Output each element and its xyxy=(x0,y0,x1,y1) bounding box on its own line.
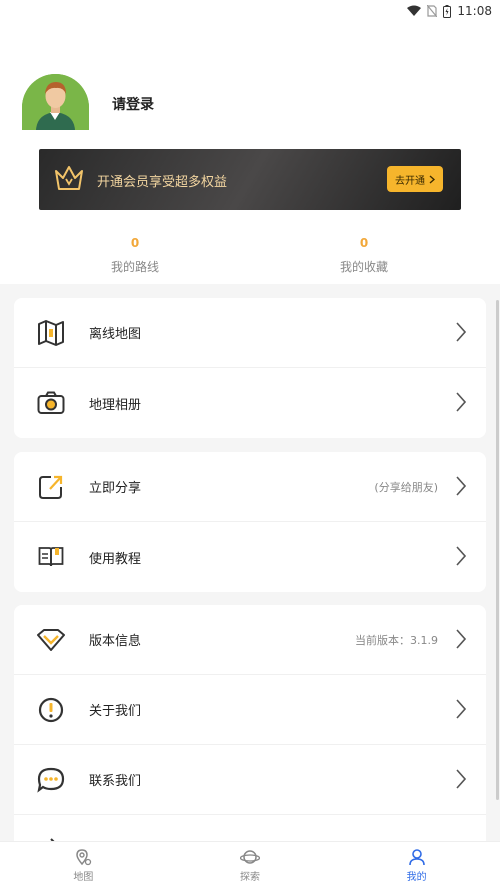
vip-promo-text: 开通会员享受超多权益 xyxy=(97,175,228,190)
stat-favorites-label: 我的收藏 xyxy=(339,260,388,274)
chevron-right-icon xyxy=(456,322,466,342)
menu-item-label: 地理相册 xyxy=(89,397,142,413)
menu-item-geo-album[interactable]: 地理相册 xyxy=(14,368,486,438)
chevron-right-icon xyxy=(456,476,466,496)
chevron-right-icon xyxy=(456,629,466,649)
stat-favorites[interactable]: 0 我的收藏 xyxy=(304,236,424,275)
share-icon xyxy=(36,472,66,502)
stat-favorites-value: 0 xyxy=(359,236,369,250)
menu-card-maps: 离线地图 地理相册 xyxy=(14,298,486,438)
chevron-right-icon xyxy=(456,699,466,719)
menu-item-tutorial[interactable]: 使用教程 xyxy=(14,522,486,592)
login-link[interactable]: 请登录 xyxy=(112,94,154,114)
avatar[interactable] xyxy=(22,74,89,130)
stat-routes-label: 我的路线 xyxy=(110,260,159,274)
no-sim-icon xyxy=(427,5,438,17)
wifi-icon xyxy=(407,5,422,17)
menu-item-label: 离线地图 xyxy=(89,327,142,342)
status-bar: 11:08 xyxy=(0,0,500,22)
planet-icon xyxy=(240,849,260,864)
stat-routes[interactable]: 0 我的路线 xyxy=(75,236,195,275)
menu-item-version[interactable]: 版本信息 当前版本：3.1.9 xyxy=(14,605,486,675)
scrollbar[interactable] xyxy=(496,300,499,800)
menu-card-share: 立即分享 (分享给朋友) 使用教程 xyxy=(14,452,486,592)
chevron-right-icon xyxy=(429,174,435,184)
menu-item-label: 关于我们 xyxy=(89,704,142,719)
menu-item-offline-map[interactable]: 离线地图 xyxy=(14,298,486,368)
battery-icon xyxy=(443,4,452,18)
menu-item-label: 使用教程 xyxy=(89,551,142,567)
map-pin-icon xyxy=(76,848,92,865)
user-icon xyxy=(408,848,425,865)
nav-tab-map[interactable]: 地图 xyxy=(0,842,167,888)
camera-icon xyxy=(36,388,66,418)
menu-item-hint: (分享给朋友) xyxy=(374,480,438,494)
nav-tab-label: 探索 xyxy=(240,871,260,883)
menu-item-label: 版本信息 xyxy=(89,634,142,649)
menu-item-label: 联系我们 xyxy=(89,774,142,789)
profile-header: 请登录 开通会员享受超多权益 去开通 0 我的路线 0 我的收藏 xyxy=(0,22,500,284)
exclamation-circle-icon xyxy=(36,695,66,725)
menu-item-about[interactable]: 关于我们 xyxy=(14,675,486,745)
menu-item-label: 立即分享 xyxy=(89,481,142,496)
open-vip-button[interactable]: 去开通 xyxy=(387,166,443,192)
diamond-icon xyxy=(36,625,66,655)
chevron-right-icon xyxy=(456,392,466,412)
open-vip-label: 去开通 xyxy=(395,175,425,187)
version-number: 当前版本：3.1.9 xyxy=(355,633,438,647)
stat-routes-value: 0 xyxy=(130,236,140,250)
menu-item-contact[interactable]: 联系我们 xyxy=(14,745,486,815)
folded-map-icon xyxy=(36,318,66,348)
chevron-right-icon xyxy=(456,769,466,789)
nav-tab-label: 地图 xyxy=(73,871,94,883)
vip-banner[interactable]: 开通会员享受超多权益 去开通 xyxy=(39,149,461,210)
chevron-right-icon xyxy=(456,546,466,566)
crown-icon xyxy=(53,163,85,197)
bottom-nav: 地图 探索 我的 xyxy=(0,841,500,888)
menu-item-share[interactable]: 立即分享 (分享给朋友) xyxy=(14,452,486,522)
book-icon xyxy=(36,542,66,572)
chat-bubble-icon xyxy=(36,765,66,795)
nav-tab-explore[interactable]: 探索 xyxy=(167,842,334,888)
nav-tab-label: 我的 xyxy=(406,871,427,883)
nav-tab-mine[interactable]: 我的 xyxy=(333,842,500,888)
status-time: 11:08 xyxy=(457,4,492,18)
